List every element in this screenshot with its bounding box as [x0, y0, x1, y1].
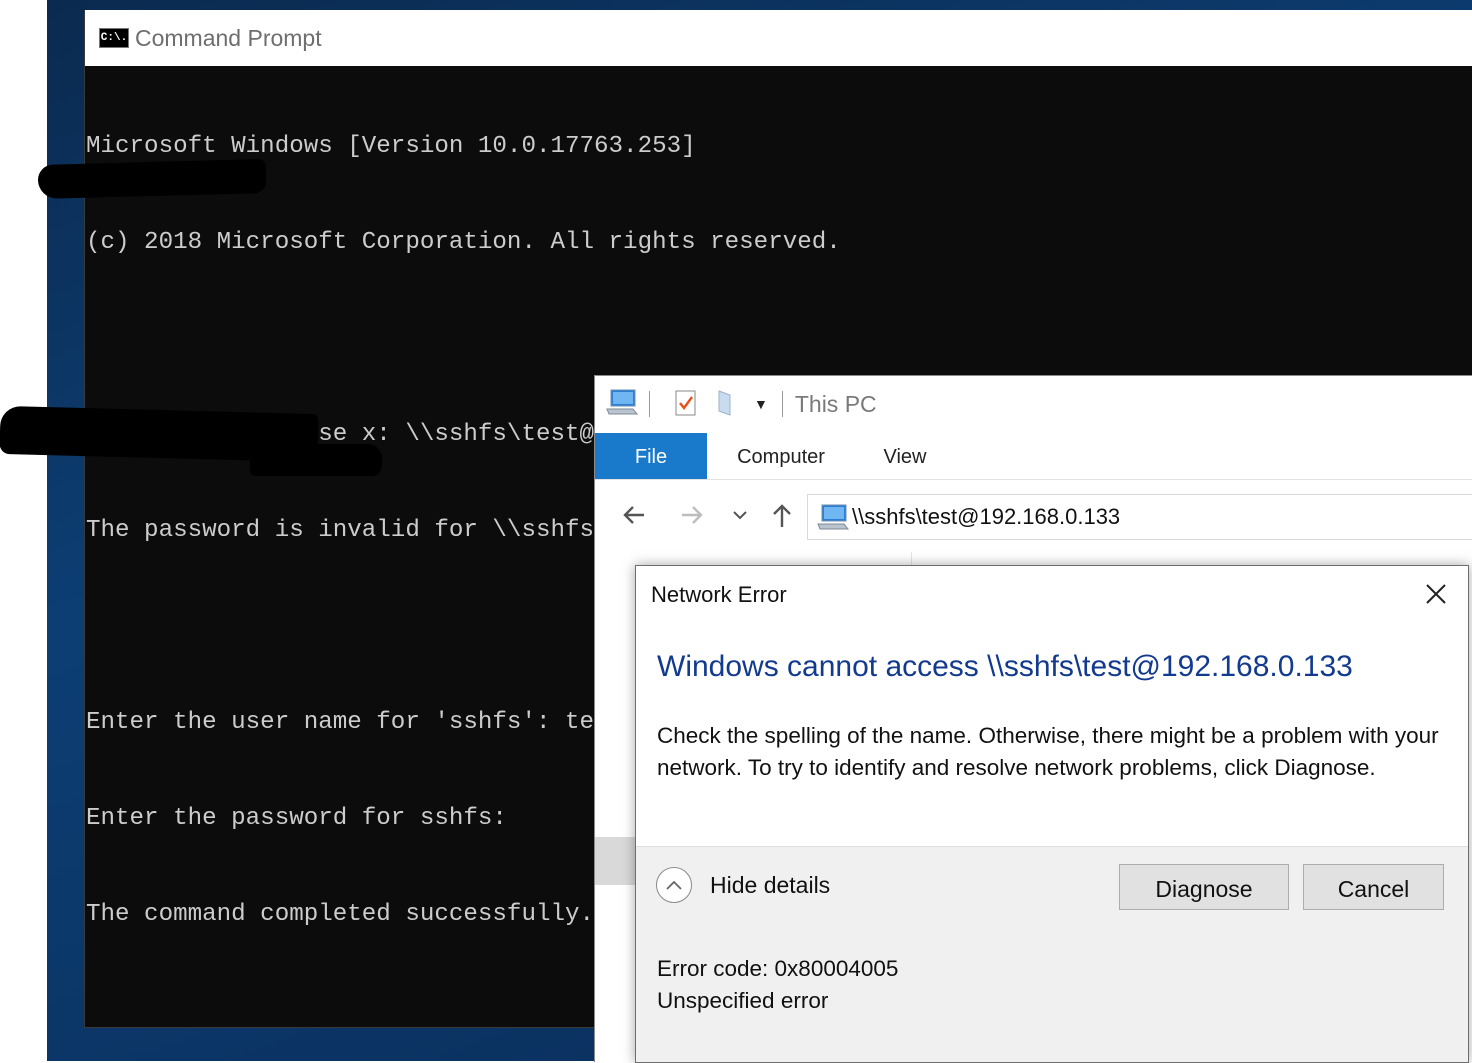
explorer-title: This PC [794, 390, 877, 417]
network-error-dialog[interactable]: Network Error Windows cannot access \\ss… [635, 565, 1469, 1063]
dialog-title: Network Error [651, 582, 787, 607]
back-arrow-icon[interactable] [619, 500, 649, 530]
computer-icon[interactable] [605, 387, 639, 422]
forward-arrow-icon[interactable] [677, 500, 707, 530]
navigation-bar: \\sshfs\test@192.168.0.133 [595, 480, 1472, 550]
tab-view[interactable]: View [865, 433, 945, 479]
close-icon[interactable] [1414, 576, 1458, 614]
redaction-mark [37, 159, 267, 199]
dialog-button-bar: Hide details Diagnose Cancel [636, 846, 1468, 932]
dialog-heading: Windows cannot access \\sshfs\test@192.1… [657, 650, 1353, 683]
toolbar-separator [781, 391, 783, 417]
explorer-titlebar[interactable]: ▼ This PC [595, 376, 1472, 432]
console-line: (c) 2018 Microsoft Corporation. All righ… [86, 229, 841, 256]
recent-locations-chevron-icon[interactable] [725, 500, 755, 530]
cancel-button[interactable]: Cancel [1303, 864, 1444, 910]
redaction-mark [250, 444, 382, 476]
error-description: Unspecified error [657, 988, 829, 1013]
dialog-message: Check the spelling of the name. Otherwis… [657, 723, 1439, 780]
cmd-titlebar[interactable]: C:\. Command Prompt [85, 10, 1472, 66]
address-path: \\sshfs\test@192.168.0.133 [852, 504, 1121, 529]
new-folder-icon[interactable] [716, 387, 736, 422]
chevron-down-icon[interactable]: ▼ [754, 396, 768, 412]
chevron-up-icon[interactable] [656, 867, 692, 903]
hide-details-toggle[interactable]: Hide details [656, 867, 830, 903]
tab-computer[interactable]: Computer [721, 433, 841, 479]
tab-file[interactable]: File [595, 433, 707, 479]
error-code: Error code: 0x80004005 [657, 956, 899, 981]
address-bar[interactable]: \\sshfs\test@192.168.0.133 [807, 494, 1472, 540]
console-line: Microsoft Windows [Version 10.0.17763.25… [86, 133, 696, 160]
network-drive-icon [816, 502, 850, 532]
toolbar-separator [649, 391, 650, 417]
cmd-icon: C:\. [99, 28, 129, 48]
properties-icon[interactable] [674, 387, 698, 422]
up-arrow-icon[interactable] [767, 500, 797, 530]
diagnose-button[interactable]: Diagnose [1119, 864, 1289, 910]
hide-details-label: Hide details [710, 871, 831, 898]
ribbon-tabs: File Computer View [595, 433, 1472, 480]
error-details-panel: Error code: 0x80004005 Unspecified error [636, 931, 1468, 1062]
navigation-pane-selected-item[interactable] [595, 837, 637, 885]
cmd-title: Command Prompt [135, 24, 322, 51]
